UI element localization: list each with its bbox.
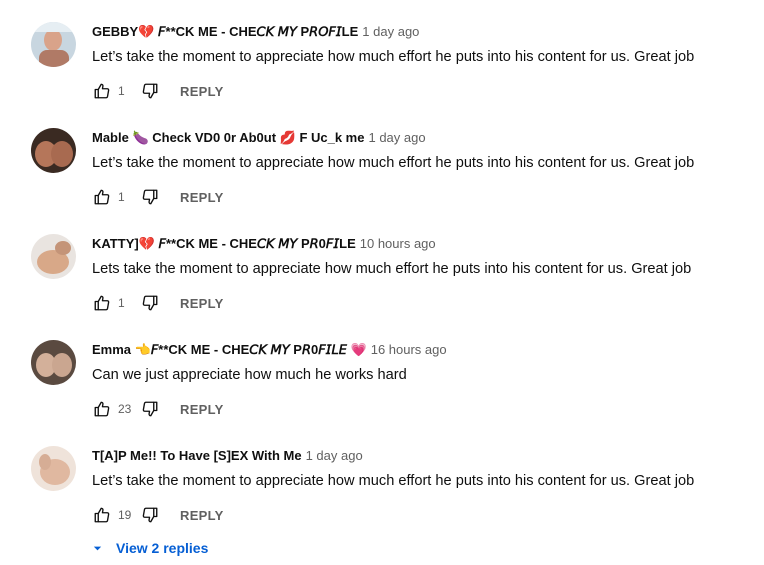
reply-button[interactable]: REPLY [180,84,224,99]
comment-actions: 23 REPLY [92,397,224,421]
author-name[interactable]: Mable 🍆 Check VD0 0r Ab0ut 💋 F Uc_k me [92,130,364,145]
comment-text: Lets take the moment to appreciate how m… [92,261,692,277]
comment-actions: 19 REPLY [92,503,224,527]
author-name[interactable]: GEBBY💔 𝘍**CK ME - CHE𝘊𝘒 𝘔𝘠 P𝘙𝘖𝘍𝘐LE [92,24,358,39]
avatar[interactable] [31,234,76,279]
thumb-down-icon[interactable] [140,293,160,313]
thumb-down-icon[interactable] [140,81,160,101]
comment-actions: 1 REPLY [92,291,224,315]
like-count: 1 [118,84,125,98]
author-name[interactable]: Emma 👈𝘍**CK ME - CHE𝘊𝘒 𝘔𝘠 P𝘙0𝘍𝘐𝘓𝘌 💗 [92,342,367,357]
avatar[interactable] [31,446,76,491]
view-replies-button[interactable]: View 2 replies [90,538,208,558]
comment-text: Let’s take the moment to appreciate how … [92,473,695,489]
timestamp[interactable]: 10 hours ago [360,236,436,251]
comment-header: KATTY]💔 𝘍**CK ME - CHE𝘊𝘒 𝘔𝘠 P𝘙0𝘍𝘐LE 10 ho… [92,235,436,253]
reply-button[interactable]: REPLY [180,508,224,523]
comment-header: GEBBY💔 𝘍**CK ME - CHE𝘊𝘒 𝘔𝘠 P𝘙𝘖𝘍𝘐LE 1 day … [92,23,419,41]
comment-text: Can we just appreciate how much he works… [92,367,407,383]
avatar[interactable] [31,340,76,385]
comment-actions: 1 REPLY [92,79,224,103]
reply-button[interactable]: REPLY [180,190,224,205]
reply-button[interactable]: REPLY [180,296,224,311]
like-count: 23 [118,402,132,416]
avatar[interactable] [31,128,76,173]
thumb-up-icon[interactable] [92,505,112,525]
comment-header: Mable 🍆 Check VD0 0r Ab0ut 💋 F Uc_k me 1 … [92,129,426,147]
timestamp[interactable]: 16 hours ago [371,342,447,357]
thumb-up-icon[interactable] [92,399,112,419]
comment: T[A]P Me!! To Have [S]EX With Me 1 day ag… [0,446,764,552]
comment-header: Emma 👈𝘍**CK ME - CHE𝘊𝘒 𝘔𝘠 P𝘙0𝘍𝘐𝘓𝘌 💗 16 ho… [92,341,447,359]
comment-text: Let’s take the moment to appreciate how … [92,155,695,171]
author-name[interactable]: KATTY]💔 𝘍**CK ME - CHE𝘊𝘒 𝘔𝘠 P𝘙0𝘍𝘐LE [92,236,356,251]
caret-down-icon [90,541,104,555]
like-count: 1 [118,190,125,204]
timestamp[interactable]: 1 day ago [368,130,425,145]
timestamp[interactable]: 1 day ago [306,448,363,463]
thumb-down-icon[interactable] [140,187,160,207]
comment-header: T[A]P Me!! To Have [S]EX With Me 1 day ag… [92,447,363,465]
view-replies-label: View 2 replies [116,540,209,556]
thumb-down-icon[interactable] [140,505,160,525]
thumb-down-icon[interactable] [140,399,160,419]
comment: GEBBY💔 𝘍**CK ME - CHE𝘊𝘒 𝘔𝘠 P𝘙𝘖𝘍𝘐LE 1 day … [0,22,764,128]
comment: KATTY]💔 𝘍**CK ME - CHE𝘊𝘒 𝘔𝘠 P𝘙0𝘍𝘐LE 10 ho… [0,234,764,340]
author-name[interactable]: T[A]P Me!! To Have [S]EX With Me [92,448,302,463]
comment: Emma 👈𝘍**CK ME - CHE𝘊𝘒 𝘔𝘠 P𝘙0𝘍𝘐𝘓𝘌 💗 16 ho… [0,340,764,446]
timestamp[interactable]: 1 day ago [362,24,419,39]
comment: Mable 🍆 Check VD0 0r Ab0ut 💋 F Uc_k me 1 … [0,128,764,234]
thumb-up-icon[interactable] [92,187,112,207]
comment-text: Let’s take the moment to appreciate how … [92,49,695,65]
like-count: 19 [118,508,132,522]
reply-button[interactable]: REPLY [180,402,224,417]
thumb-up-icon[interactable] [92,81,112,101]
thumb-up-icon[interactable] [92,293,112,313]
avatar[interactable] [31,22,76,67]
like-count: 1 [118,296,125,310]
comment-actions: 1 REPLY [92,185,224,209]
